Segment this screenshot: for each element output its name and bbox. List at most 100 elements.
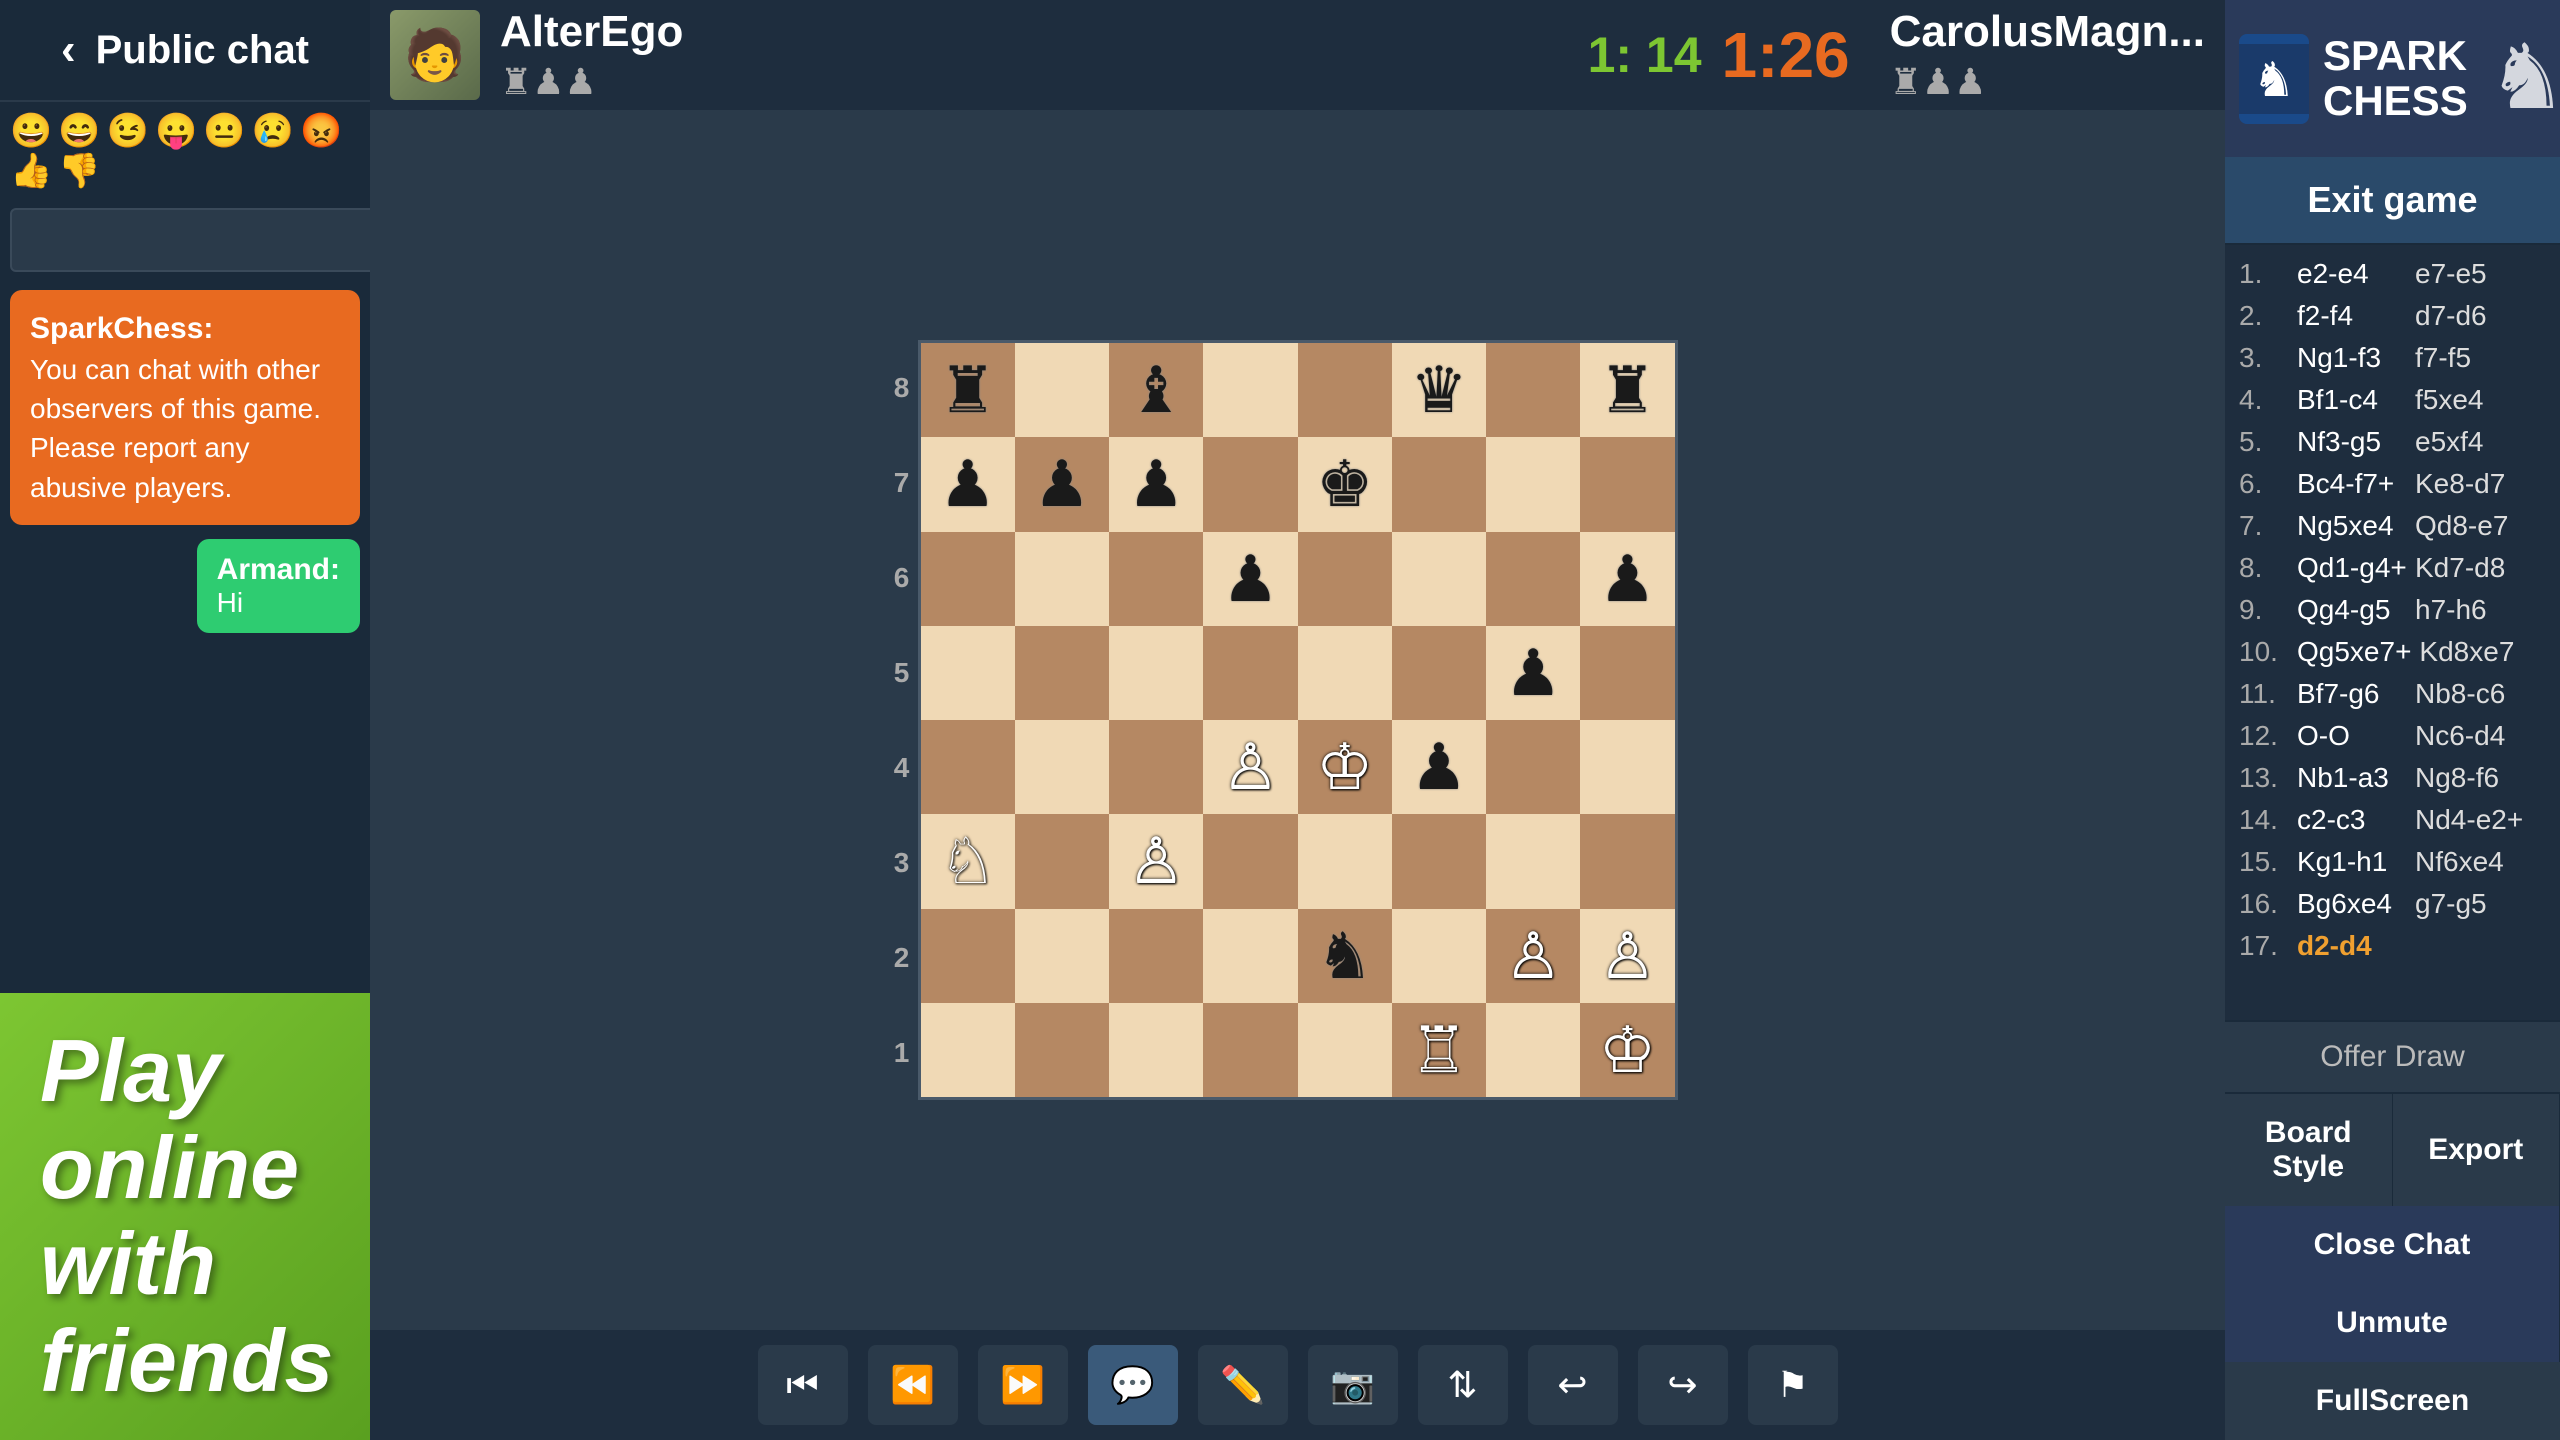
cell-7-3[interactable]: ♟ xyxy=(1109,437,1203,531)
chess-board[interactable]: ♜♝♛♜♟♟♟♚♟♟♟♙♔♟♘♙♞♙♙♖♔ xyxy=(918,340,1678,1100)
cell-6-1[interactable] xyxy=(921,532,1015,626)
cell-8-7[interactable] xyxy=(1486,343,1580,437)
board-style-button[interactable]: Board Style xyxy=(2225,1094,2393,1206)
ctrl-flag[interactable]: ⚑ xyxy=(1748,1345,1838,1425)
cell-1-4[interactable] xyxy=(1203,1003,1297,1097)
move-black: Kd7-d8 xyxy=(2415,552,2505,584)
move-number: 6. xyxy=(2239,468,2289,500)
exit-game-button[interactable]: Exit game xyxy=(2225,157,2560,245)
fullscreen-button[interactable]: FullScreen xyxy=(2225,1362,2560,1440)
cell-8-5[interactable] xyxy=(1298,343,1392,437)
cell-3-4[interactable] xyxy=(1203,814,1297,908)
cell-4-3[interactable] xyxy=(1109,720,1203,814)
cell-4-5[interactable]: ♔ xyxy=(1298,720,1392,814)
cell-8-3[interactable]: ♝ xyxy=(1109,343,1203,437)
cell-3-7[interactable] xyxy=(1486,814,1580,908)
close-chat-button[interactable]: Close Chat xyxy=(2225,1206,2560,1284)
ctrl-rewind-start[interactable]: ⏮ xyxy=(758,1345,848,1425)
cell-4-1[interactable] xyxy=(921,720,1015,814)
cell-2-2[interactable] xyxy=(1015,909,1109,1003)
cell-6-7[interactable] xyxy=(1486,532,1580,626)
move-black: Kd8xe7 xyxy=(2419,636,2514,668)
cell-1-6[interactable]: ♖ xyxy=(1392,1003,1486,1097)
cell-4-2[interactable] xyxy=(1015,720,1109,814)
cell-7-8[interactable] xyxy=(1580,437,1674,531)
cell-2-7[interactable]: ♙ xyxy=(1486,909,1580,1003)
ctrl-edit[interactable]: ✏️ xyxy=(1198,1345,1288,1425)
cell-2-4[interactable] xyxy=(1203,909,1297,1003)
cell-5-5[interactable] xyxy=(1298,626,1392,720)
cell-6-3[interactable] xyxy=(1109,532,1203,626)
cell-2-1[interactable] xyxy=(921,909,1015,1003)
ctrl-rewind[interactable]: ⏪ xyxy=(868,1345,958,1425)
offer-draw-button[interactable]: Offer Draw xyxy=(2225,1020,2560,1092)
emoji-angry[interactable]: 😡 xyxy=(300,114,342,148)
cell-5-2[interactable] xyxy=(1015,626,1109,720)
cell-6-8[interactable]: ♟ xyxy=(1580,532,1674,626)
cell-4-4[interactable]: ♙ xyxy=(1203,720,1297,814)
ctrl-chat[interactable]: 💬 xyxy=(1088,1345,1178,1425)
emoji-tongue[interactable]: 😛 xyxy=(155,114,197,148)
cell-4-7[interactable] xyxy=(1486,720,1580,814)
cell-1-1[interactable] xyxy=(921,1003,1015,1097)
cell-8-1[interactable]: ♜ xyxy=(921,343,1015,437)
cell-7-4[interactable] xyxy=(1203,437,1297,531)
ctrl-camera[interactable]: 📷 xyxy=(1308,1345,1398,1425)
emoji-thumbsup[interactable]: 👍 xyxy=(10,154,52,188)
ctrl-undo[interactable]: ↩ xyxy=(1528,1345,1618,1425)
cell-2-3[interactable] xyxy=(1109,909,1203,1003)
cell-6-4[interactable]: ♟ xyxy=(1203,532,1297,626)
cell-3-1[interactable]: ♘ xyxy=(921,814,1015,908)
chat-input[interactable] xyxy=(10,208,377,272)
cell-1-3[interactable] xyxy=(1109,1003,1203,1097)
emoji-cry[interactable]: 😢 xyxy=(252,114,294,148)
cell-7-6[interactable] xyxy=(1392,437,1486,531)
emoji-thumbsdown[interactable]: 👎 xyxy=(58,154,100,188)
cell-3-3[interactable]: ♙ xyxy=(1109,814,1203,908)
cell-5-3[interactable] xyxy=(1109,626,1203,720)
cell-1-7[interactable] xyxy=(1486,1003,1580,1097)
cell-2-8[interactable]: ♙ xyxy=(1580,909,1674,1003)
cell-6-5[interactable] xyxy=(1298,532,1392,626)
cell-5-8[interactable] xyxy=(1580,626,1674,720)
cell-7-7[interactable] xyxy=(1486,437,1580,531)
unmute-button[interactable]: Unmute xyxy=(2225,1284,2560,1362)
emoji-neutral[interactable]: 😐 xyxy=(203,114,245,148)
cell-4-8[interactable] xyxy=(1580,720,1674,814)
cell-6-2[interactable] xyxy=(1015,532,1109,626)
cell-8-4[interactable] xyxy=(1203,343,1297,437)
cell-8-6[interactable]: ♛ xyxy=(1392,343,1486,437)
ctrl-redo[interactable]: ↪ xyxy=(1638,1345,1728,1425)
move-row: 3.Ng1-f3f7-f5 xyxy=(2239,339,2546,377)
cell-1-5[interactable] xyxy=(1298,1003,1392,1097)
cell-4-6[interactable]: ♟ xyxy=(1392,720,1486,814)
cell-7-1[interactable]: ♟ xyxy=(921,437,1015,531)
cell-1-8[interactable]: ♔ xyxy=(1580,1003,1674,1097)
cell-8-8[interactable]: ♜ xyxy=(1580,343,1674,437)
cell-3-8[interactable] xyxy=(1580,814,1674,908)
cell-5-4[interactable] xyxy=(1203,626,1297,720)
cell-5-7[interactable]: ♟ xyxy=(1486,626,1580,720)
cell-8-2[interactable] xyxy=(1015,343,1109,437)
promo-banner: Play online with friends xyxy=(0,993,370,1440)
cell-7-5[interactable]: ♚ xyxy=(1298,437,1392,531)
piece-5-7: ♟ xyxy=(1504,641,1561,705)
cell-2-5[interactable]: ♞ xyxy=(1298,909,1392,1003)
cell-1-2[interactable] xyxy=(1015,1003,1109,1097)
cell-3-6[interactable] xyxy=(1392,814,1486,908)
ctrl-fast-forward[interactable]: ⏩ xyxy=(978,1345,1068,1425)
cell-3-2[interactable] xyxy=(1015,814,1109,908)
cell-6-6[interactable] xyxy=(1392,532,1486,626)
emoji-smile[interactable]: 😄 xyxy=(58,114,100,148)
move-number: 1. xyxy=(2239,258,2289,290)
emoji-grin[interactable]: 😀 xyxy=(10,114,52,148)
cell-3-5[interactable] xyxy=(1298,814,1392,908)
emoji-wink[interactable]: 😉 xyxy=(107,114,149,148)
ctrl-swap[interactable]: ⇅ xyxy=(1418,1345,1508,1425)
export-button[interactable]: Export xyxy=(2393,1094,2560,1206)
cell-5-6[interactable] xyxy=(1392,626,1486,720)
back-button[interactable]: ‹ xyxy=(61,25,76,75)
cell-7-2[interactable]: ♟ xyxy=(1015,437,1109,531)
cell-5-1[interactable] xyxy=(921,626,1015,720)
cell-2-6[interactable] xyxy=(1392,909,1486,1003)
